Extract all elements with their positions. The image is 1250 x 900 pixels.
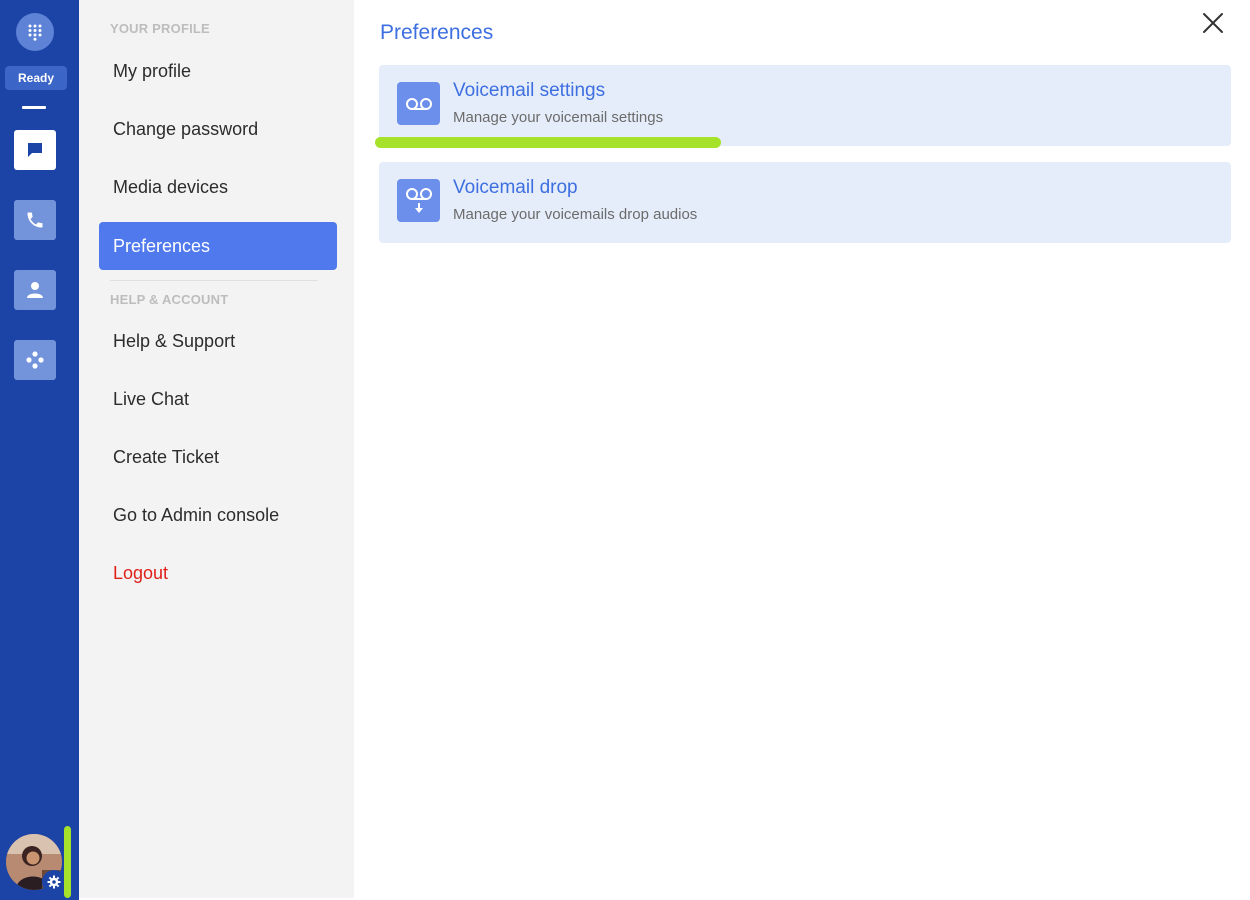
phone-icon <box>27 212 43 228</box>
card-subtitle: Manage your voicemails drop audios <box>453 206 698 223</box>
menu-item-preferences[interactable]: Preferences <box>99 222 337 270</box>
settings-menu: YOUR PROFILE My profile Change password … <box>79 0 354 898</box>
page-title: Preferences <box>380 21 494 44</box>
menu-item-logout[interactable]: Logout <box>99 549 337 597</box>
menu-item-media-devices[interactable]: Media devices <box>99 163 337 211</box>
menu-divider <box>110 280 318 281</box>
chat-nav-button[interactable] <box>14 130 56 170</box>
card-title: Voicemail settings <box>453 80 606 101</box>
voicemail-drop-card[interactable]: Voicemail drop Manage your voicemails dr… <box>379 162 1231 243</box>
section-label-profile: YOUR PROFILE <box>110 21 210 36</box>
voicemail-drop-icon <box>397 179 440 222</box>
menu-item-change-password[interactable]: Change password <box>99 105 337 153</box>
chat-icon <box>28 143 42 157</box>
close-icon <box>1203 13 1223 33</box>
card-subtitle: Manage your voicemail settings <box>453 109 664 126</box>
menu-item-create-ticket[interactable]: Create Ticket <box>99 433 337 481</box>
rail-divider <box>22 106 46 109</box>
voicemail-settings-card[interactable]: Voicemail settings Manage your voicemail… <box>379 65 1231 146</box>
close-button[interactable] <box>1198 8 1228 38</box>
highlight-marker <box>64 826 71 898</box>
integrations-icon <box>26 351 44 369</box>
voicemail-icon <box>397 82 440 125</box>
menu-item-live-chat[interactable]: Live Chat <box>99 375 337 423</box>
contacts-nav-button[interactable] <box>14 270 56 310</box>
menu-item-help-support[interactable]: Help & Support <box>99 317 337 365</box>
section-label-help: HELP & ACCOUNT <box>110 292 229 307</box>
contact-icon <box>27 282 43 298</box>
left-rail: Ready <box>0 0 79 900</box>
menu-item-admin-console[interactable]: Go to Admin console <box>99 491 337 539</box>
phone-nav-button[interactable] <box>14 200 56 240</box>
dialpad-button[interactable] <box>16 13 54 51</box>
highlight-marker <box>375 137 721 148</box>
menu-item-my-profile[interactable]: My profile <box>99 47 337 95</box>
user-avatar-button[interactable] <box>6 834 66 894</box>
dialpad-icon <box>28 24 42 41</box>
card-title: Voicemail drop <box>453 177 578 198</box>
status-badge[interactable]: Ready <box>5 66 67 90</box>
integrations-nav-button[interactable] <box>14 340 56 380</box>
settings-gear-icon[interactable] <box>42 870 66 894</box>
